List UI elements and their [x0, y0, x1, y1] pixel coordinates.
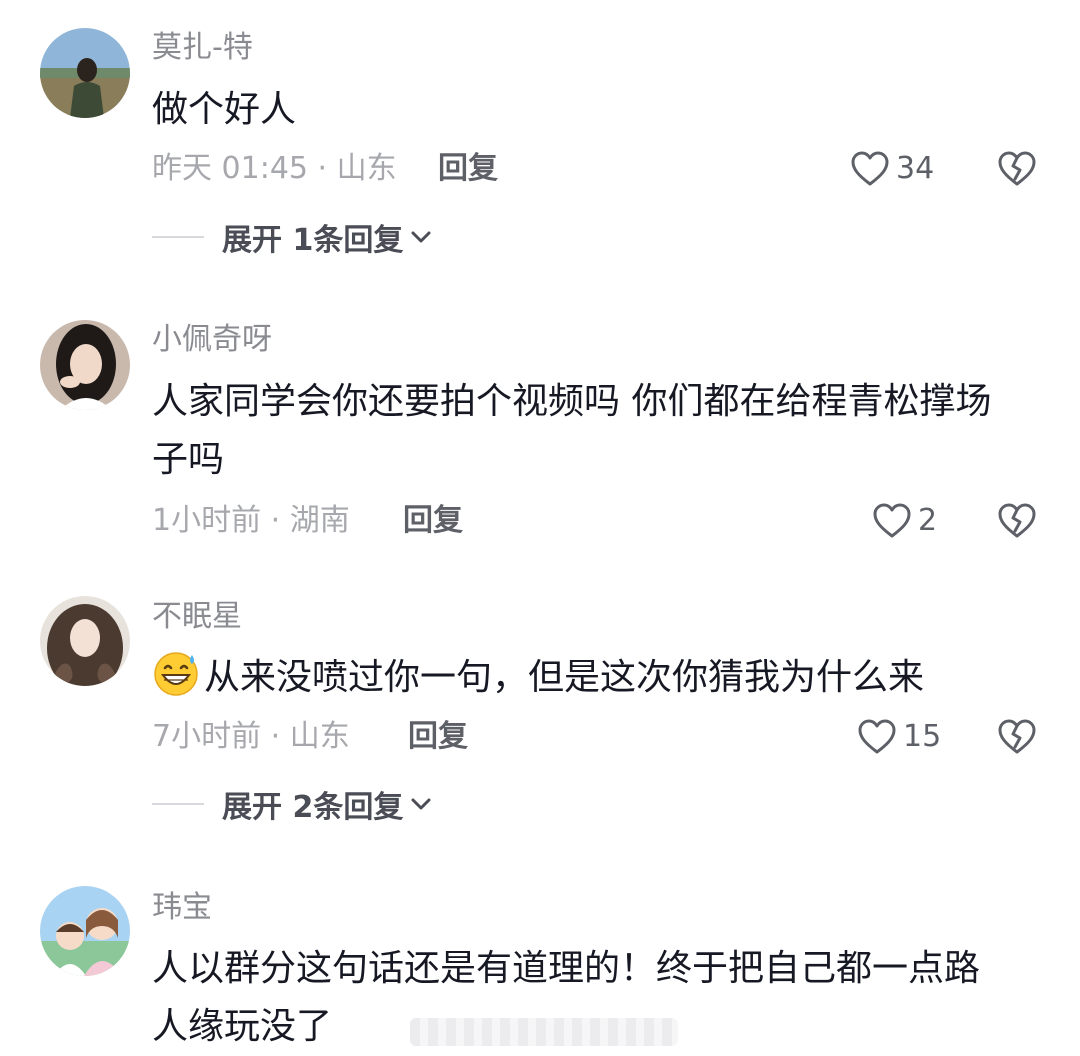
heart-outline-icon	[858, 719, 896, 754]
heart-outline-icon	[851, 151, 889, 186]
reply-button[interactable]: 回复	[408, 719, 468, 755]
like-count: 2	[918, 503, 938, 538]
comment-text: 人家同学会你还要拍个视频吗 你们都在给程青松撑场 子吗	[152, 373, 1042, 489]
comment-text: 做个好人	[152, 89, 297, 130]
like-button[interactable]: 2	[872, 501, 937, 541]
dislike-button[interactable]	[997, 149, 1037, 189]
expand-replies-label: 展开 1条回复	[222, 223, 404, 258]
expand-divider	[152, 236, 204, 238]
broken-heart-icon	[998, 151, 1036, 186]
reply-button[interactable]: 回复	[438, 151, 498, 187]
chevron-down-icon	[411, 231, 431, 243]
comment-meta: 1小时前 · 湖南	[152, 503, 350, 538]
comment-meta: 7小时前 · 山东	[152, 719, 350, 754]
username[interactable]: 小佩奇呀	[152, 322, 272, 358]
reply-button[interactable]: 回复	[403, 503, 463, 539]
expand-replies-button[interactable]: 展开 1条回复	[152, 219, 433, 258]
broken-heart-icon	[998, 503, 1036, 538]
avatar[interactable]	[40, 28, 130, 118]
like-button[interactable]: 15	[857, 717, 941, 757]
username[interactable]: 莫扎-特	[152, 30, 253, 66]
avatar[interactable]	[40, 886, 130, 976]
avatar[interactable]	[40, 320, 130, 410]
comment-text-line: 人家同学会你还要拍个视频吗 你们都在给程青松撑场	[152, 381, 992, 422]
username[interactable]: 玮宝	[152, 890, 212, 926]
expand-replies-label: 展开 2条回复	[222, 790, 404, 825]
like-button[interactable]: 34	[850, 149, 934, 189]
dislike-button[interactable]	[997, 501, 1037, 541]
watermark	[410, 1018, 678, 1046]
like-count: 34	[896, 151, 935, 186]
avatar[interactable]	[40, 596, 130, 686]
grinning-sweat-emoji-icon	[154, 652, 198, 696]
comment-meta: 昨天 01:45 · 山东	[152, 151, 397, 186]
comment-text-line: 子吗	[152, 439, 225, 480]
comment-text-line: 从来没喷过你一句，但是这次你猜我为什么来	[204, 657, 925, 698]
username[interactable]: 不眠星	[152, 599, 242, 635]
heart-outline-icon	[873, 503, 911, 538]
comment-text: 从来没喷过你一句，但是这次你猜我为什么来	[152, 649, 1042, 707]
expand-divider	[152, 803, 204, 805]
comment-text-line: 人以群分这句话还是有道理的！终于把自己都一点路	[152, 948, 981, 989]
broken-heart-icon	[998, 719, 1036, 754]
expand-replies-button[interactable]: 展开 2条回复	[152, 786, 433, 825]
chevron-down-icon	[411, 798, 431, 810]
dislike-button[interactable]	[997, 717, 1037, 757]
like-count: 15	[903, 719, 942, 754]
